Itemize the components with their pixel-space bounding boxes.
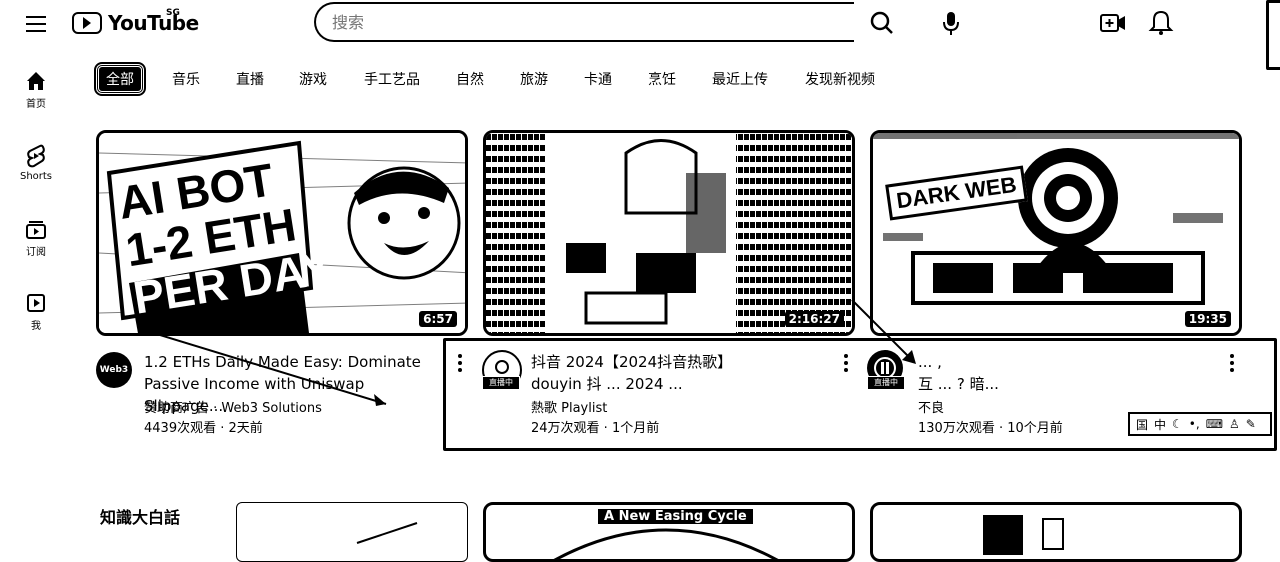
video-title-2-line1: 抖音 2024【2024抖音热歌】 xyxy=(531,353,733,371)
nav-label-home: 首页 xyxy=(26,99,46,110)
annotation-arrow-1 xyxy=(150,331,387,406)
chip-recently-uploaded[interactable]: 最近上传 xyxy=(712,69,768,89)
create-video-icon[interactable] xyxy=(1098,8,1128,38)
thumbnail-art-4 xyxy=(356,522,418,544)
thumbnail-art-6 xyxy=(983,515,1064,555)
thumbnail-art-2 xyxy=(486,133,852,333)
chip-gaming[interactable]: 游戏 xyxy=(299,69,327,89)
video-stats-1: 4439次观看 · 2天前 xyxy=(144,421,263,436)
chip-cartoon[interactable]: 卡通 xyxy=(584,69,612,89)
nav-item-subscriptions[interactable]: 订阅 xyxy=(0,218,72,258)
search-icon[interactable] xyxy=(864,8,900,38)
channel-avatar-text-4[interactable]: 知識大白話 xyxy=(100,504,180,528)
user-icon[interactable]: ♙ xyxy=(1229,417,1240,431)
input-method-toolbar[interactable]: 国 中 ☾ •, ⌨ ♙ ✎ xyxy=(1128,412,1272,436)
keyboard-icon[interactable]: ⌨ xyxy=(1206,417,1223,431)
video-stats-2: 24万次观看 · 1个月前 xyxy=(531,421,660,436)
youtube-logo[interactable]: YouTube SG xyxy=(72,8,199,36)
you-icon xyxy=(27,294,45,312)
nav-item-shorts[interactable]: Shorts xyxy=(0,144,72,182)
duration-badge: 6:57 xyxy=(419,311,457,327)
notifications-bell-icon[interactable] xyxy=(1146,8,1176,38)
video-title-2[interactable]: 抖音 2024【2024抖音热歌】 douyin 抖 ... 2024 ... xyxy=(531,351,831,395)
top-bar: YouTube SG xyxy=(0,0,1280,70)
duration-badge: 2:16:27 xyxy=(784,311,844,327)
channel-name-3[interactable]: 不良 xyxy=(918,399,944,419)
logo-text: YouTube xyxy=(108,11,199,35)
avatar-edge[interactable] xyxy=(1266,0,1280,70)
nav-label-you: 我 xyxy=(31,321,41,332)
wrench-icon[interactable]: ✎ xyxy=(1246,417,1256,431)
video-thumbnail-4[interactable] xyxy=(236,502,468,562)
live-badge-2: 直播中 xyxy=(482,376,520,390)
toolbar-country[interactable]: 国 xyxy=(1136,416,1148,433)
more-options-icon[interactable] xyxy=(1226,353,1238,373)
moon-icon[interactable]: ☾ xyxy=(1172,417,1183,431)
chip-nature[interactable]: 自然 xyxy=(456,69,484,89)
chip-music[interactable]: 音乐 xyxy=(172,69,200,89)
chip-live[interactable]: 直播 xyxy=(236,69,264,89)
channel-avatar-1[interactable]: Web3 xyxy=(96,352,132,388)
chip-crafts[interactable]: 手工艺品 xyxy=(364,69,420,89)
thumbnail-art-3 xyxy=(873,133,1239,333)
video-thumbnail-5[interactable]: A New Easing Cycle xyxy=(483,502,855,562)
thumbnail-banner-5: A New Easing Cycle xyxy=(598,509,753,524)
video-thumbnail-3[interactable]: DARK WEB 19:35 xyxy=(870,130,1242,336)
search-box xyxy=(314,2,854,42)
subscriptions-icon xyxy=(26,221,46,239)
channel-name-2[interactable]: 熱歌 Playlist xyxy=(531,399,607,419)
nav-item-home[interactable]: 首页 xyxy=(0,70,72,110)
chip-all[interactable]: 全部 xyxy=(94,62,146,96)
punctuation-icon[interactable]: •, xyxy=(1189,417,1200,431)
nav-item-you[interactable]: 我 xyxy=(0,292,72,332)
video-thumbnail-1[interactable]: AI BOT 1-2 ETH PER DAY 6:57 xyxy=(96,130,468,336)
video-title-3-line2: 互 ... ? 暗... xyxy=(918,375,999,393)
video-title-3[interactable]: ... , 互 ... ? 暗... xyxy=(918,351,1218,395)
video-title-3-line1: ... , xyxy=(918,353,942,371)
home-icon xyxy=(27,72,45,90)
nav-label-subscriptions: 订阅 xyxy=(26,247,46,258)
shorts-icon xyxy=(27,144,45,168)
menu-icon[interactable] xyxy=(24,12,48,36)
thumbnail-text-1: AI BOT 1-2 ETH PER DAY xyxy=(115,148,336,324)
youtube-play-icon xyxy=(72,12,102,34)
search-input[interactable] xyxy=(330,4,814,40)
live-badge-3: 直播中 xyxy=(867,376,905,390)
video-title-2-line2: douyin 抖 ... 2024 ... xyxy=(531,375,683,393)
country-code: SG xyxy=(166,8,180,18)
video-stats-3: 130万次观看 · 10个月前 xyxy=(918,421,1063,436)
video-thumbnail-2[interactable]: 2:16:27 xyxy=(483,130,855,336)
chip-cooking[interactable]: 烹饪 xyxy=(648,69,676,89)
nav-label-shorts: Shorts xyxy=(19,171,53,182)
toolbar-chinese[interactable]: 中 xyxy=(1154,416,1166,433)
more-options-icon[interactable] xyxy=(454,353,466,373)
annotation-arrow-2 xyxy=(851,299,916,364)
video-thumbnail-6[interactable] xyxy=(870,502,1242,562)
microphone-icon[interactable] xyxy=(936,8,966,38)
chip-travel[interactable]: 旅游 xyxy=(520,69,548,89)
chip-new-to-you[interactable]: 发现新视频 xyxy=(805,69,875,89)
duration-badge: 19:35 xyxy=(1184,311,1231,327)
